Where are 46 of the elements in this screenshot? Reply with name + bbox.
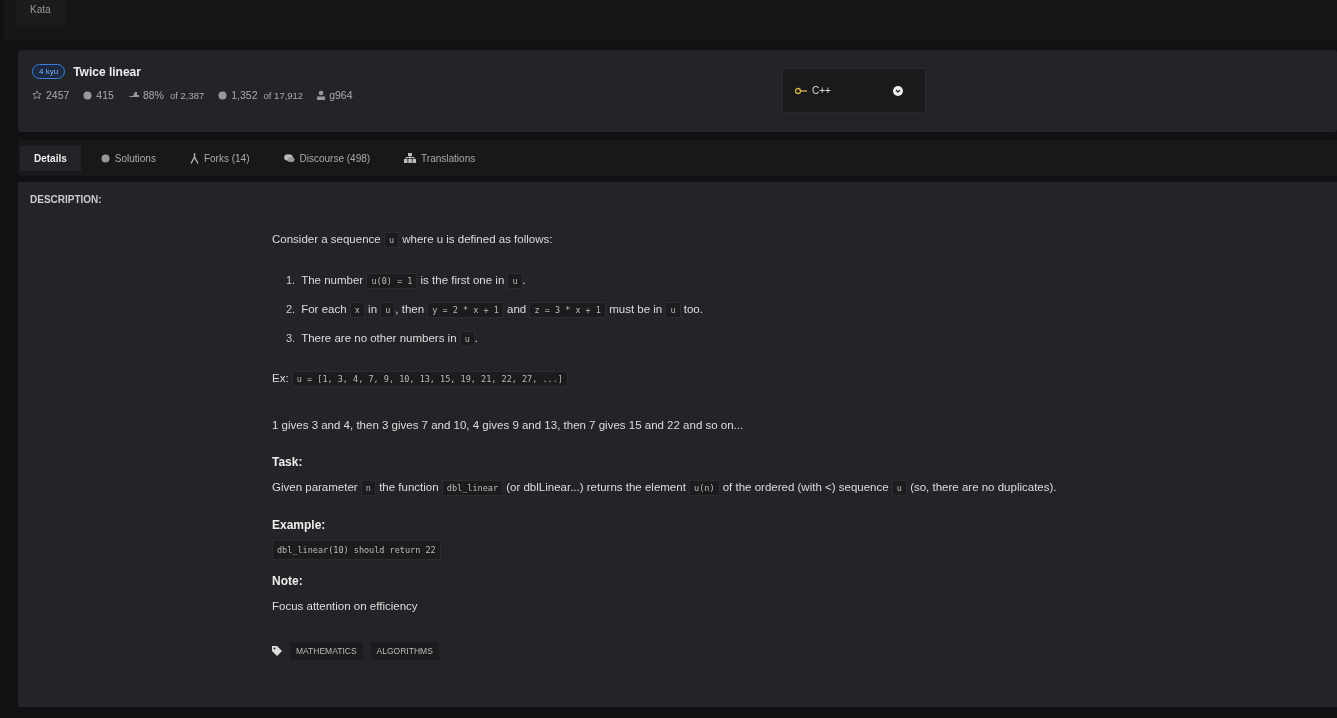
stat-total: of 2,387	[169, 89, 205, 101]
user-icon	[317, 90, 326, 100]
stat-value: 1,352	[231, 89, 258, 101]
paragraph: 1 gives 3 and 4, then 3 gives 7 and 10, 4 gives 9 and 13, then 7 gives 15 and 22 and so on...	[272, 418, 745, 433]
language-select[interactable]: C++	[782, 68, 926, 113]
fork-icon	[189, 152, 199, 164]
star-icon	[32, 90, 42, 100]
tag-chip[interactable]: MATHEMATICS	[290, 642, 363, 660]
code-block: dbl_linear(10) should return 22	[272, 540, 441, 560]
hierarchy-icon	[404, 153, 417, 163]
subheading: Example:	[272, 518, 327, 532]
tab[interactable]: Discourse (498)	[269, 145, 385, 171]
paragraph: Consider a sequence u where u is defined as follows:	[272, 229, 1072, 251]
tab[interactable]: Details	[20, 145, 81, 171]
list-number: 2.	[286, 302, 296, 317]
paragraph: Focus attention on efficiency	[272, 599, 419, 614]
kata-title: Twice linear	[73, 64, 141, 79]
stat-value: 415	[96, 89, 114, 101]
chat-icon	[283, 153, 295, 163]
list-item: The number u(0) = 1 is the first one in u .	[301, 270, 526, 292]
subheading: Note:	[272, 574, 304, 588]
list-number: 1.	[286, 273, 296, 288]
stat-value: 88%	[142, 89, 164, 101]
circle-icon	[218, 90, 228, 100]
stat-value: g964	[329, 89, 353, 101]
kata-tab[interactable]: Kata	[16, 0, 65, 25]
thumb-icon	[127, 91, 139, 99]
list-number: 3.	[286, 331, 296, 346]
tag-icon	[272, 646, 282, 656]
circle-icon	[100, 153, 110, 163]
chevron-icon	[893, 85, 903, 96]
stat-value: 2457	[46, 89, 70, 101]
tab[interactable]: Forks (14)	[175, 145, 264, 171]
key-icon	[795, 86, 807, 95]
circle-icon	[83, 90, 93, 100]
paragraph: Given parameter n the function dbl_linear (or dblLinear...) returns the element u(n) of the ordered (with <) sequence u (so, there are no duplicates).	[272, 477, 1072, 499]
tag-chip[interactable]: ALGORITHMS	[370, 642, 439, 660]
tab[interactable]: Translations	[390, 145, 490, 171]
tab[interactable]: Solutions	[86, 145, 170, 171]
rank-badge: 4 kyu	[32, 64, 66, 79]
paragraph: Ex: u = [1, 3, 4, 7, 9, 10, 13, 15, 19, 21, 22, 27, ...]	[272, 368, 1072, 390]
section-heading: DESCRIPTION:	[30, 194, 103, 205]
list-item: For each x in u , then y = 2 * x + 1 and z = 3 * x + 1 must be in u too.	[301, 299, 703, 321]
stat-total: of 17,912	[263, 89, 304, 101]
subheading: Task:	[272, 455, 304, 469]
list-item: There are no other numbers in u .	[301, 328, 479, 350]
